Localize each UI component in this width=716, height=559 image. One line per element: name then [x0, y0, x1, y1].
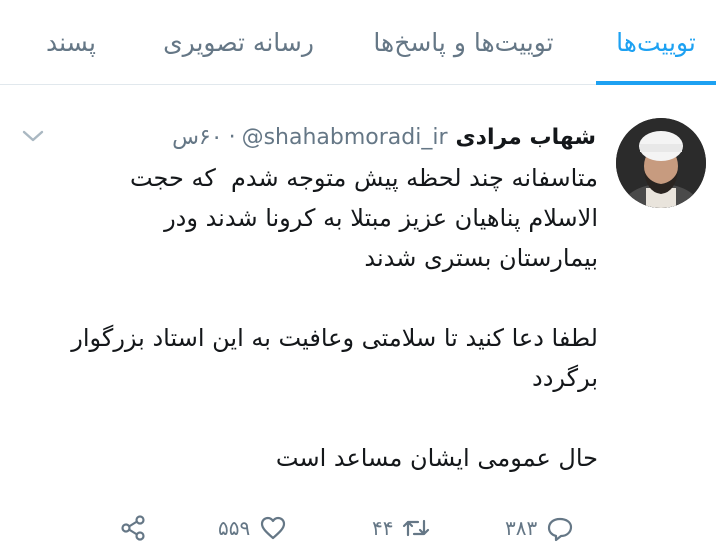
retweet-icon [403, 519, 430, 537]
retweet-count: ۴۴ [372, 516, 394, 540]
profile-tabs: توییت‌ها توییت‌ها و پاسخ‌ها رسانه تصویری… [0, 0, 716, 85]
username[interactable]: @shahabmoradi_ir [242, 125, 448, 150]
tab-tweets-label: توییت‌ها [616, 27, 696, 57]
reply-count: ۳۸۳ [505, 516, 538, 540]
tab-media-label: رسانه تصویری [163, 27, 314, 57]
active-tab-indicator [596, 81, 716, 85]
tab-tweets-and-replies[interactable]: توییت‌ها و پاسخ‌ها [351, 0, 576, 84]
avatar[interactable] [616, 118, 706, 208]
timestamp[interactable]: ۶۰س [172, 125, 223, 150]
tab-media[interactable]: رسانه تصویری [151, 0, 326, 84]
share-icon [121, 515, 145, 541]
display-name[interactable]: شهاب مرادی [456, 125, 597, 150]
tweet[interactable]: شهاب مرادی @shahabmoradi_ir · ۶۰س متاسفا… [0, 98, 716, 559]
tab-tweets[interactable]: توییت‌ها [596, 0, 716, 85]
tab-likes-label: پسند [46, 27, 96, 57]
retweet-button[interactable]: ۴۴ [372, 508, 431, 548]
reply-icon [548, 517, 573, 542]
tweet-header: شهاب مرادی @shahabmoradi_ir · ۶۰س [172, 120, 596, 154]
like-count: ۵۵۹ [218, 516, 251, 540]
share-button[interactable] [118, 508, 148, 548]
avatar-photo [616, 118, 706, 208]
heart-icon [261, 516, 286, 540]
tweet-text: متاسفانه چند لحظه پیش متوجه شدم که حجت ا… [71, 164, 598, 472]
separator-dot: · [228, 124, 236, 150]
tab-tweets-and-replies-label: توییت‌ها و پاسخ‌ها [373, 27, 554, 57]
chevron-down-icon[interactable] [18, 124, 48, 148]
reply-button[interactable]: ۳۸۳ [505, 508, 575, 548]
tweet-actions: ۳۸۳ ۴۴ ۵۵۹ [0, 508, 716, 548]
tab-likes[interactable]: پسند [16, 0, 126, 84]
like-button[interactable]: ۵۵۹ [218, 508, 288, 548]
